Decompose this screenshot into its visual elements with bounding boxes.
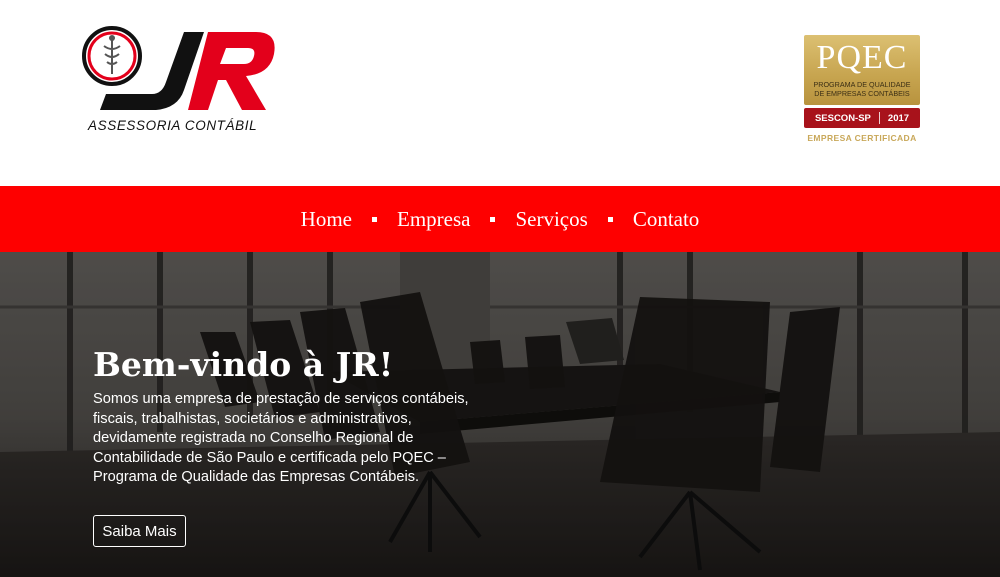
saiba-mais-button[interactable]: Saiba Mais xyxy=(93,515,186,547)
hero-description: Somos uma empresa de prestação de serviç… xyxy=(93,391,469,485)
badge-title: PQEC xyxy=(816,39,908,76)
hero-banner: Bem-vindo à JR! Somos uma empresa de pre… xyxy=(0,252,1000,577)
nav-item-contato[interactable]: Contato xyxy=(633,207,700,232)
jr-logo-mark xyxy=(82,26,275,110)
site-header: ASSESSORIA CONTÁBIL PQEC PROGRAMA DE QUA… xyxy=(0,0,1000,186)
badge-divider xyxy=(878,112,880,124)
nav-separator xyxy=(490,216,496,222)
nav-separator xyxy=(607,216,613,222)
pqec-badge: PQEC PROGRAMA DE QUALIDADE DE EMPRESAS C… xyxy=(804,35,920,147)
main-nav: Home Empresa Serviços Contato xyxy=(0,186,1000,252)
jr-logo[interactable]: ASSESSORIA CONTÁBIL xyxy=(80,24,280,139)
badge-certified: EMPRESA CERTIFICADA xyxy=(807,133,917,143)
badge-org-bar: SESCON-SP 2017 xyxy=(804,108,920,128)
badge-subtitle-line2: DE EMPRESAS CONTÁBEIS xyxy=(814,88,910,98)
badge-gold-panel: PQEC PROGRAMA DE QUALIDADE DE EMPRESAS C… xyxy=(804,35,920,105)
logo-tagline: ASSESSORIA CONTÁBIL xyxy=(88,118,258,133)
nav-item-empresa[interactable]: Empresa xyxy=(397,207,470,232)
badge-org: SESCON-SP xyxy=(814,112,871,124)
badge-year: 2017 xyxy=(887,112,910,124)
nav-separator xyxy=(372,216,377,222)
nav-item-servicos[interactable]: Serviços xyxy=(515,207,587,232)
hero-title: Bem-vindo à JR! xyxy=(93,345,394,384)
nav-item-home[interactable]: Home xyxy=(301,207,352,232)
badge-subtitle: PROGRAMA DE QUALIDADE DE EMPRESAS CONTÁB… xyxy=(808,80,916,98)
